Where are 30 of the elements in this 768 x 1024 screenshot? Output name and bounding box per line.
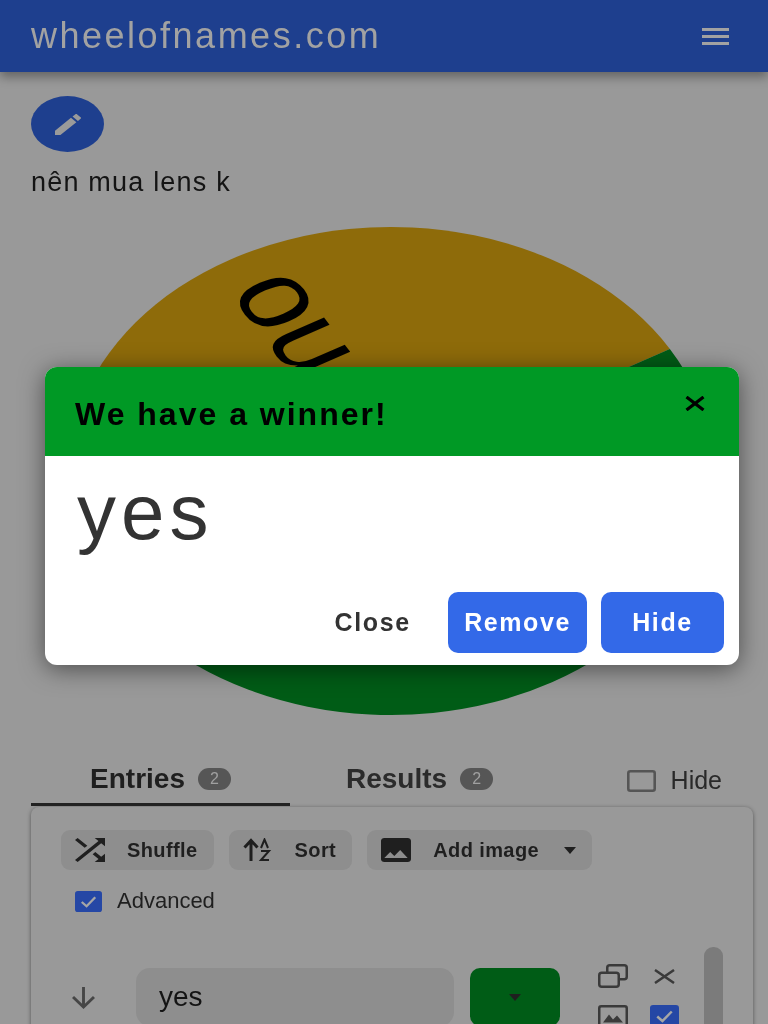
checkbox[interactable]	[626, 769, 656, 792]
tab[interactable]: Results 2	[290, 755, 549, 806]
dialog-button[interactable]: Remove	[448, 592, 587, 653]
color-button[interactable]	[470, 968, 560, 1024]
count-badge: 2	[460, 768, 494, 790]
down-arrow-icon[interactable]	[72, 987, 95, 1009]
toolbar-button[interactable]: Shuffle	[61, 830, 214, 870]
dialog-button[interactable]: Hide	[601, 592, 724, 653]
checkbox[interactable]	[75, 890, 102, 912]
toolbar-button[interactable]: Sort	[228, 830, 353, 870]
shuffle-icon	[75, 838, 105, 862]
copy-icon[interactable]	[598, 964, 628, 988]
caret-icon	[509, 993, 521, 1001]
close-icon[interactable]	[685, 396, 705, 411]
toolbar-button[interactable]: Add image	[367, 830, 593, 870]
image-icon	[381, 838, 412, 862]
menu-icon[interactable]	[702, 27, 729, 45]
pencil-icon	[54, 113, 81, 135]
checkbox-label[interactable]: Hide	[670, 766, 722, 795]
sort-icon	[242, 838, 273, 862]
entry-field[interactable]: yes	[136, 968, 454, 1024]
checkbox[interactable]	[650, 1005, 679, 1024]
checkbox-label[interactable]: Advanced	[117, 890, 215, 912]
site-title[interactable]: wheelofnames.com	[31, 18, 382, 54]
dialog-button[interactable]: Close	[311, 592, 435, 653]
wheel-title: nên mua lens k	[31, 166, 231, 198]
image-icon[interactable]	[598, 1005, 628, 1024]
count-badge: 2	[197, 768, 231, 790]
winner-name: yes	[76, 467, 215, 558]
x-icon[interactable]	[654, 968, 675, 984]
